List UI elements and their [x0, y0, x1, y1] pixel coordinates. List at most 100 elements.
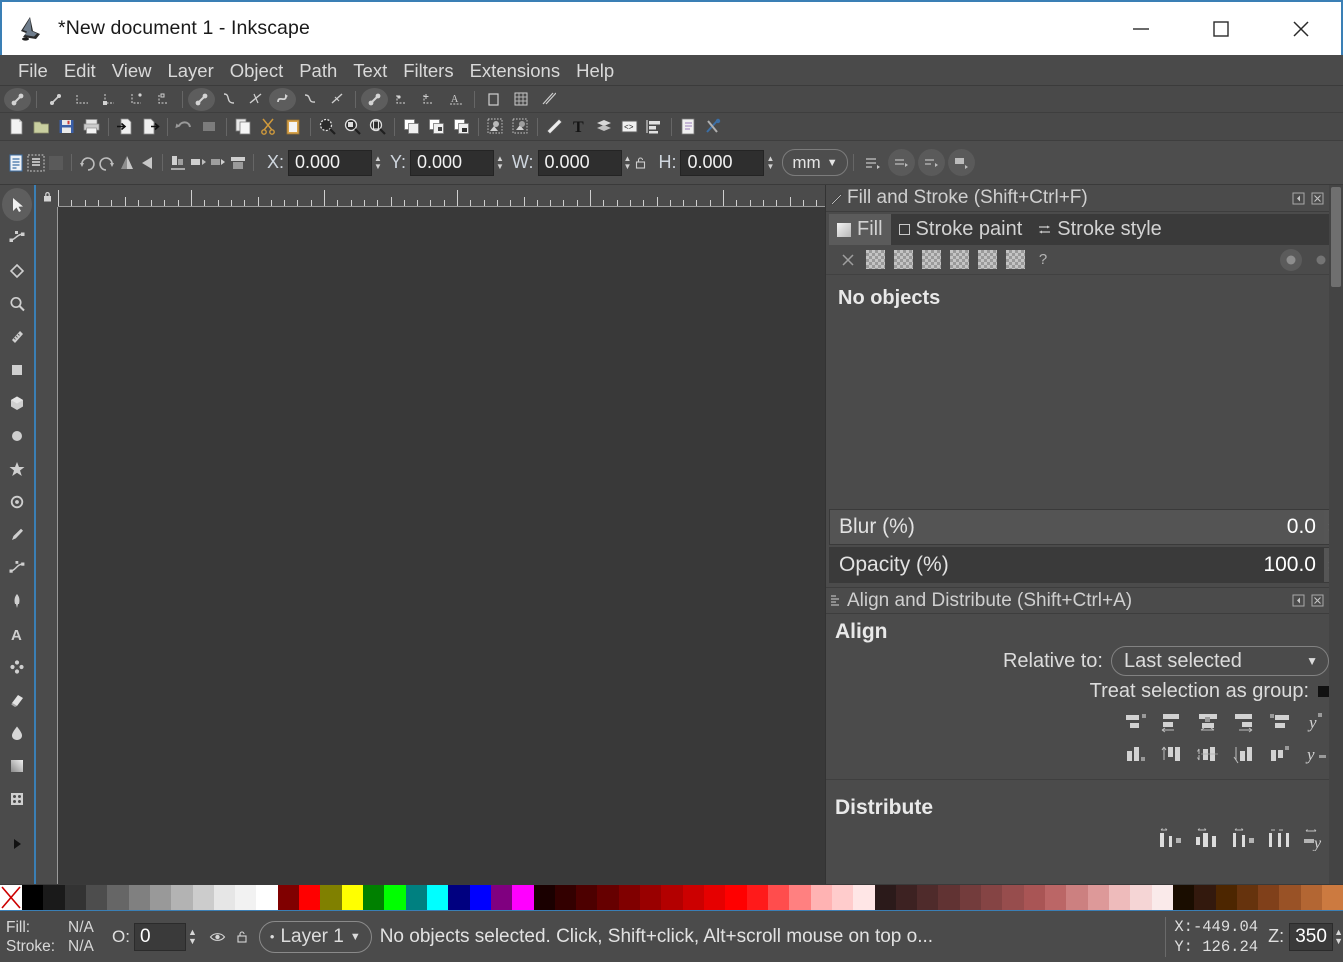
align-right-edges-icon[interactable]	[1227, 707, 1261, 737]
ungroup-icon[interactable]	[449, 115, 474, 139]
select-all-in-layers-icon[interactable]	[26, 153, 46, 173]
calligraphy-tool[interactable]	[2, 584, 32, 617]
rotate-90-cw-icon[interactable]	[97, 153, 117, 173]
flat-color-icon[interactable]	[866, 250, 885, 269]
eraser-tool[interactable]	[2, 683, 32, 716]
close-panel-icon[interactable]	[1310, 593, 1325, 608]
align-left-edges-icon[interactable]	[1155, 707, 1189, 737]
align-left-edges-to-right-anchor-icon[interactable]	[1263, 707, 1297, 737]
snap-path-intersection-icon[interactable]	[242, 88, 269, 111]
snap-bounding-box-icon[interactable]	[42, 88, 69, 111]
menu-text[interactable]: Text	[345, 55, 395, 86]
xml-editor-icon[interactable]: <>	[617, 115, 642, 139]
tab-stroke-style[interactable]: Stroke style	[1030, 214, 1169, 245]
height-field-spinner[interactable]: ▲▼	[766, 155, 774, 171]
text-baseline-horizontal-icon[interactable]: y	[1299, 739, 1333, 769]
treat-as-group-checkbox[interactable]	[1318, 686, 1329, 697]
palette-swatch[interactable]	[171, 885, 192, 910]
palette-swatch[interactable]	[193, 885, 214, 910]
lock-wh-ratio-icon[interactable]	[633, 155, 648, 170]
palette-swatch[interactable]	[1173, 885, 1194, 910]
collapse-panel-icon[interactable]	[1291, 191, 1306, 206]
palette-swatch[interactable]	[470, 885, 491, 910]
distribute-centers-horizontally-icon[interactable]	[1191, 824, 1225, 854]
palette-swatch[interactable]	[1109, 885, 1130, 910]
select-all-icon[interactable]	[6, 153, 26, 173]
palette-swatch[interactable]	[725, 885, 746, 910]
snap-bbox-edge-icon[interactable]	[69, 88, 96, 111]
width-field[interactable]: ▲▼	[538, 150, 632, 176]
vertical-ruler[interactable]	[36, 207, 58, 884]
palette-swatch[interactable]	[619, 885, 640, 910]
palette-swatch[interactable]	[555, 885, 576, 910]
palette-swatch[interactable]	[576, 885, 597, 910]
zoom-selection-icon[interactable]	[315, 115, 340, 139]
raise-to-top-icon[interactable]	[168, 153, 188, 173]
radial-gradient-icon[interactable]	[922, 250, 941, 269]
palette-swatch[interactable]	[1258, 885, 1279, 910]
menu-layer[interactable]: Layer	[159, 55, 221, 86]
zoom-control[interactable]: Z: 350 ▲▼	[1268, 923, 1343, 951]
menu-view[interactable]: View	[104, 55, 160, 86]
unknown-paint-icon[interactable]	[1006, 250, 1025, 269]
menu-filters[interactable]: Filters	[395, 55, 461, 86]
palette-swatch[interactable]	[534, 885, 555, 910]
menu-help[interactable]: Help	[568, 55, 622, 86]
palette-swatch[interactable]	[938, 885, 959, 910]
preferences-icon[interactable]	[701, 115, 726, 139]
palette-swatch[interactable]	[1237, 885, 1258, 910]
tab-fill[interactable]: Fill	[829, 214, 891, 245]
zoom-tool[interactable]	[2, 287, 32, 320]
palette-swatch[interactable]	[129, 885, 150, 910]
snap-bbox-corner-icon[interactable]	[96, 88, 123, 111]
palette-swatch[interactable]	[917, 885, 938, 910]
no-color-icon[interactable]	[0, 885, 22, 910]
snap-bbox-center-icon[interactable]	[150, 88, 177, 111]
layers-dialog-icon[interactable]	[592, 115, 617, 139]
palette-swatch[interactable]	[86, 885, 107, 910]
snap-bbox-edge-midpoint-icon[interactable]	[123, 88, 150, 111]
palette-swatch[interactable]	[1216, 885, 1237, 910]
blur-slider[interactable]: Blur (%) 0.0 ▲▼	[829, 509, 1340, 545]
linear-gradient-icon[interactable]	[894, 250, 913, 269]
align-right-edges-to-left-anchor-icon[interactable]	[1119, 707, 1153, 737]
snap-nodes-icon[interactable]	[188, 88, 215, 111]
paint-bucket-tool[interactable]	[2, 716, 32, 749]
duplicate-icon[interactable]	[399, 115, 424, 139]
palette-swatch[interactable]	[1002, 885, 1023, 910]
x-field-input[interactable]	[288, 150, 372, 176]
palette-swatch[interactable]	[256, 885, 277, 910]
distribute-right-edges-icon[interactable]	[1227, 824, 1261, 854]
opacity-input[interactable]: 0	[134, 923, 186, 951]
palette-swatch[interactable]	[1279, 885, 1300, 910]
affect-rounded-corners-icon[interactable]	[888, 149, 915, 176]
dock-scrollbar[interactable]	[1329, 185, 1343, 884]
no-paint-icon[interactable]	[838, 250, 857, 269]
palette-swatch[interactable]	[150, 885, 171, 910]
zoom-drawing-icon[interactable]	[340, 115, 365, 139]
document-properties-icon[interactable]	[676, 115, 701, 139]
toolbox-scroll-down[interactable]	[2, 827, 32, 860]
ruler-lock-icon[interactable]	[36, 185, 58, 207]
snap-path-icon[interactable]	[215, 88, 242, 111]
y-field[interactable]: ▲▼	[410, 150, 504, 176]
layer-selector[interactable]: • Layer 1 ▼	[259, 921, 372, 953]
palette-swatch[interactable]	[597, 885, 618, 910]
units-dropdown[interactable]: mm ▼	[782, 149, 847, 176]
lower-to-bottom-icon[interactable]	[508, 115, 533, 139]
palette-swatch[interactable]	[235, 885, 256, 910]
height-field-input[interactable]	[680, 150, 764, 176]
palette-swatch[interactable]	[342, 885, 363, 910]
height-field[interactable]: ▲▼	[680, 150, 774, 176]
snap-page-border-icon[interactable]	[480, 88, 507, 111]
snap-grid-icon[interactable]	[507, 88, 534, 111]
menu-file[interactable]: File	[10, 55, 56, 86]
pattern-icon[interactable]	[950, 250, 969, 269]
palette-swatch[interactable]	[1301, 885, 1322, 910]
palette-swatch[interactable]	[832, 885, 853, 910]
snap-guide-icon[interactable]	[534, 88, 561, 111]
x-field[interactable]: ▲▼	[288, 150, 382, 176]
bezier-tool[interactable]	[2, 551, 32, 584]
palette-swatch[interactable]	[278, 885, 299, 910]
palette-swatch[interactable]	[43, 885, 64, 910]
